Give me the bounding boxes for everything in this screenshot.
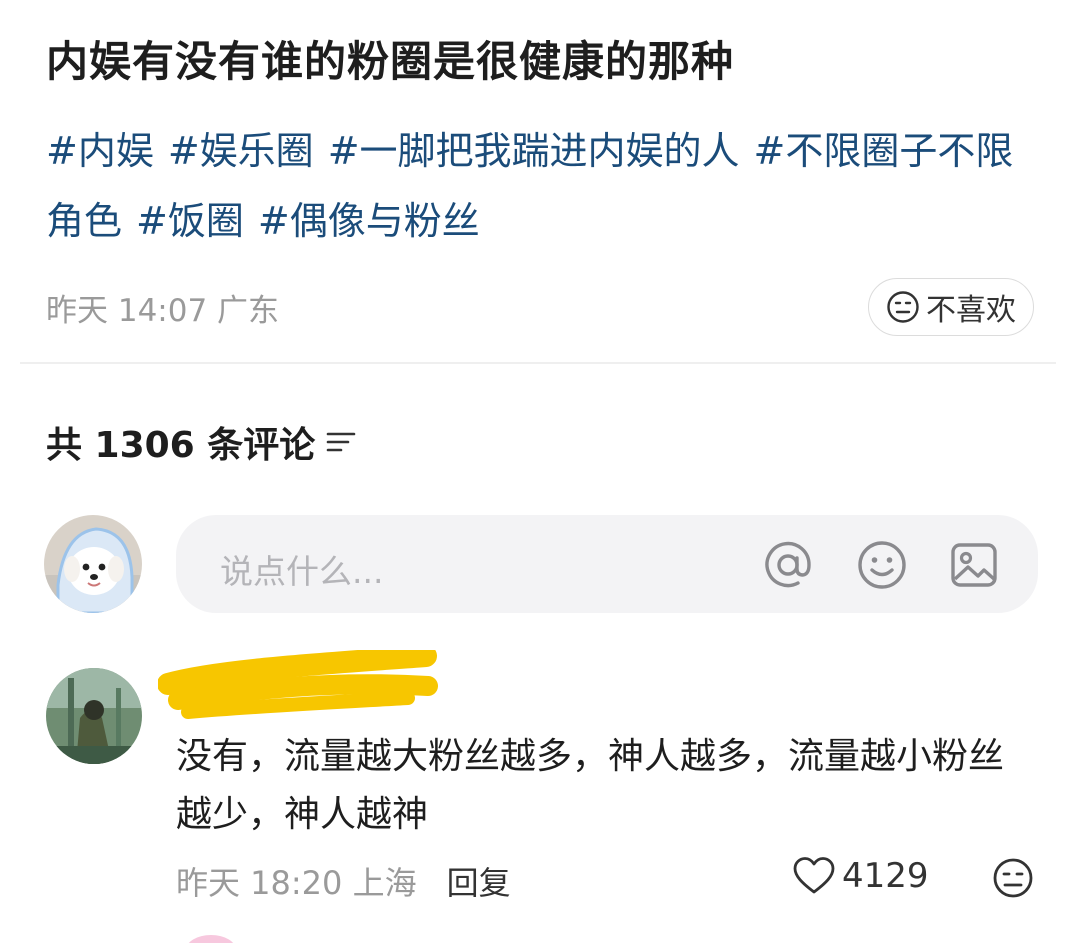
hashtag[interactable]: #娱乐圈 xyxy=(168,129,314,173)
dislike-button[interactable]: 不喜欢 xyxy=(868,278,1034,336)
redacted-username xyxy=(158,650,438,719)
post-title: 内娱有没有谁的粉圈是很健康的那种 xyxy=(46,37,735,86)
emoji-icon[interactable] xyxy=(856,539,908,591)
at-icon[interactable] xyxy=(762,539,814,591)
comment-meta: 昨天 18:20 上海 回复 xyxy=(176,858,511,904)
comment-placeholder: 说点什么... xyxy=(220,552,384,591)
hashtag-list: #内娱 #娱乐圈 #一脚把我踹进内娱的人 #不限圈子不限角色 #饭圈 #偶像与粉丝 xyxy=(46,116,1036,256)
dislike-label: 不喜欢 xyxy=(926,293,1016,328)
avatar[interactable] xyxy=(44,515,142,613)
heart-icon xyxy=(793,857,835,894)
reply-button[interactable]: 回复 xyxy=(447,858,511,904)
hashtag[interactable]: #偶像与粉丝 xyxy=(258,199,480,243)
comment-time: 昨天 18:20 上海 xyxy=(176,864,417,902)
meh-face-icon xyxy=(887,291,919,323)
like-button[interactable]: 4129 xyxy=(792,856,929,896)
hashtag[interactable]: #一脚把我踹进内娱的人 xyxy=(328,129,740,173)
sort-icon[interactable] xyxy=(325,429,357,455)
comment-text: 没有，流量越大粉丝越多，神人越多，流量越小粉丝越少，神人越神 xyxy=(176,736,1005,835)
hashtag[interactable]: #内娱 xyxy=(46,129,154,173)
image-icon[interactable] xyxy=(948,539,1000,591)
comment-input[interactable]: 说点什么... xyxy=(176,515,1038,613)
divider xyxy=(20,362,1056,364)
commenter-avatar[interactable] xyxy=(46,668,142,764)
commenter-avatar-image xyxy=(46,668,142,764)
comment-dislike-icon[interactable] xyxy=(992,857,1034,899)
comment-count-label: 共 1306 条评论 xyxy=(46,425,316,466)
like-count: 4129 xyxy=(842,856,929,896)
post-meta: 昨天 14:07 广东 xyxy=(46,293,280,329)
dog-avatar-image xyxy=(44,515,142,613)
hashtag[interactable]: #饭圈 xyxy=(136,199,244,243)
next-comment-avatar xyxy=(186,935,236,943)
comment-count: 共 1306 条评论 xyxy=(46,416,357,468)
